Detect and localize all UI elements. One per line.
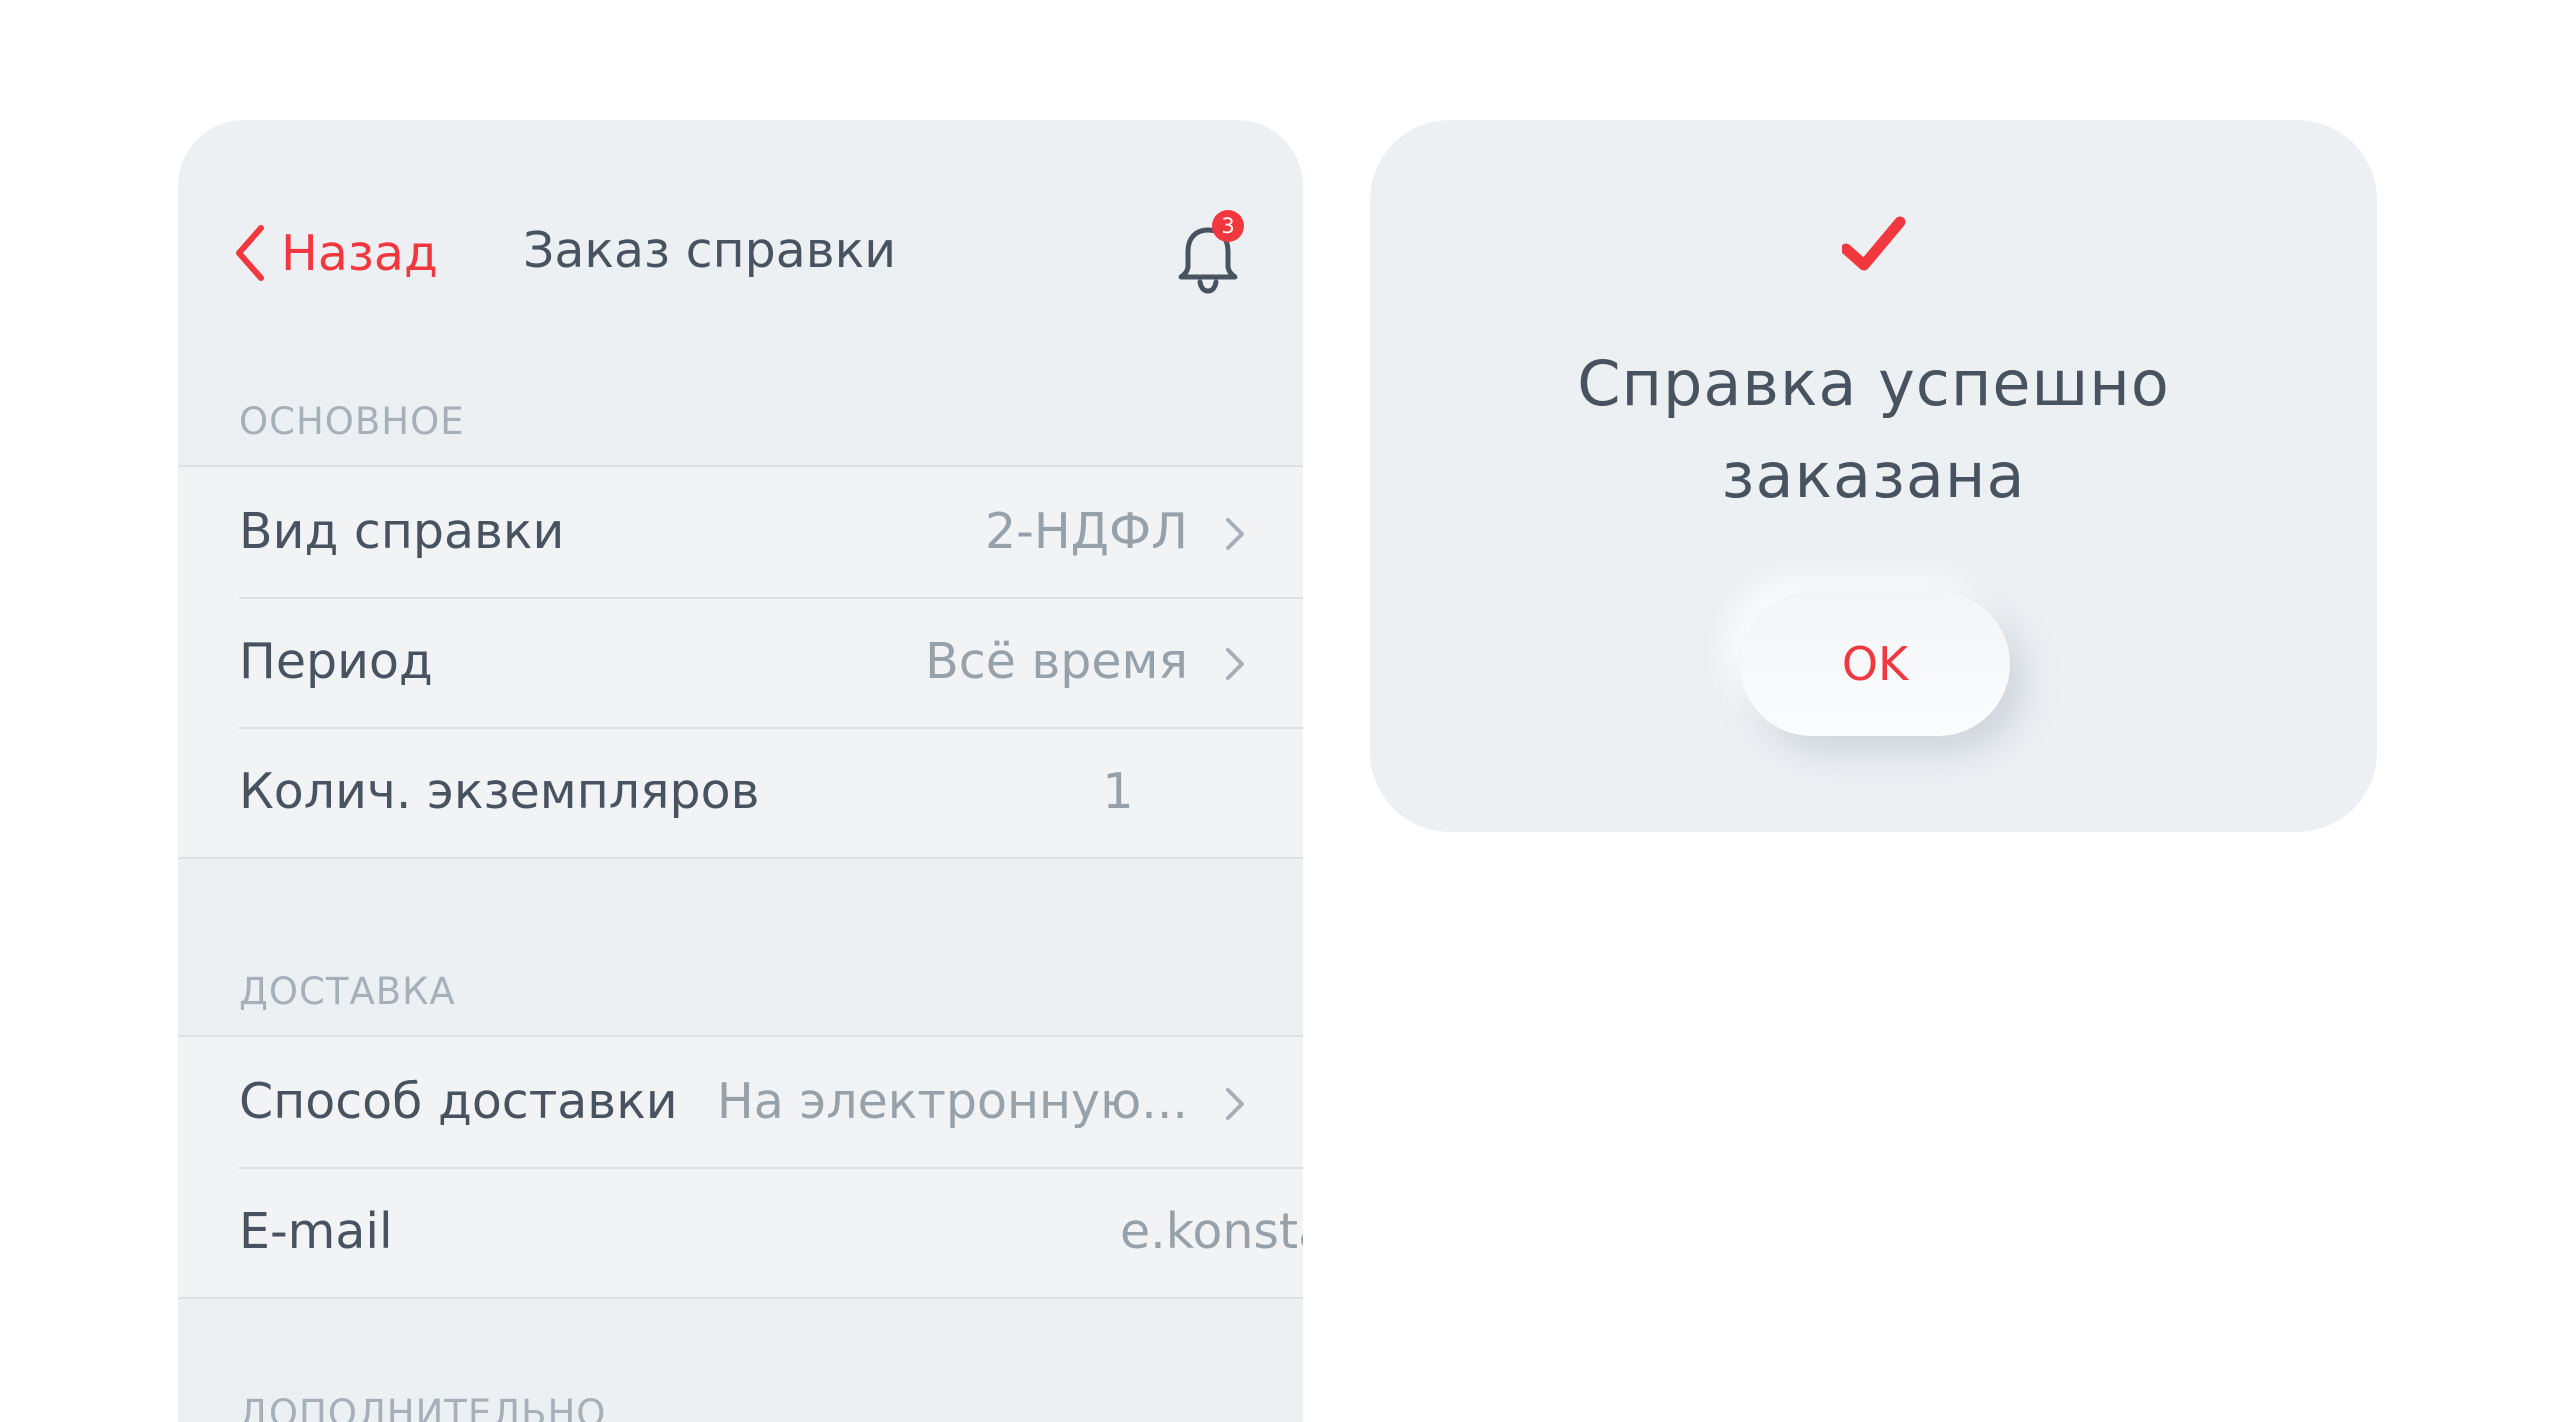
certificate-type-row[interactable]: Вид справки 2-НДФЛ [178, 467, 1303, 597]
row-label: Вид справки [239, 503, 565, 560]
page: Назад Заказ справки 3 ОСНОВНОЕ Вид справ… [0, 0, 2550, 1422]
success-dialog: Справка успешно заказана OK [1370, 120, 2377, 832]
notification-badge: 3 [1212, 210, 1244, 242]
section-header-main: ОСНОВНОЕ [239, 400, 465, 443]
section-header-delivery: ДОСТАВКА [239, 970, 456, 1013]
dialog-title: Справка успешно заказана [1370, 338, 2377, 522]
email-field[interactable]: e.konsta [1120, 1167, 1303, 1297]
row-label: Колич. экземпляров [239, 763, 760, 820]
chevron-right-icon [1224, 1087, 1246, 1125]
row-label: E-mail [239, 1203, 393, 1260]
navigation-bar: Назад Заказ справки 3 [178, 120, 1303, 380]
row-value: На электронную... [716, 1073, 1188, 1130]
ok-button[interactable]: OK [1740, 592, 2010, 736]
dialog-title-line: Справка успешно [1577, 347, 2170, 420]
delivery-method-row[interactable]: Способ доставки На электронную... [178, 1037, 1303, 1167]
row-value: Всё время [925, 633, 1188, 690]
period-row[interactable]: Период Всё время [178, 597, 1303, 727]
main-settings-group: Вид справки 2-НДФЛ Период Всё время Коли… [178, 465, 1303, 859]
checkmark-icon [1840, 216, 1906, 280]
copies-count-row[interactable]: Колич. экземпляров 1 [178, 727, 1303, 857]
delivery-settings-group: Способ доставки На электронную... E-mail… [178, 1035, 1303, 1299]
email-row[interactable]: E-mail e.konsta [178, 1167, 1303, 1297]
chevron-right-icon [1224, 517, 1246, 555]
row-label: Способ доставки [239, 1073, 678, 1130]
dialog-title-line: заказана [1721, 439, 2026, 512]
row-label: Период [239, 633, 433, 690]
row-value: 2-НДФЛ [984, 503, 1188, 560]
section-header-additional: ДОПОЛНИТЕЛЬНО [239, 1392, 607, 1422]
page-title: Заказ справки [522, 222, 897, 279]
order-form-screen: Назад Заказ справки 3 ОСНОВНОЕ Вид справ… [178, 120, 1303, 1422]
notifications-button[interactable]: 3 [1175, 210, 1257, 300]
chevron-right-icon [1224, 647, 1246, 685]
copies-count-value[interactable]: 1 [1102, 727, 1133, 857]
